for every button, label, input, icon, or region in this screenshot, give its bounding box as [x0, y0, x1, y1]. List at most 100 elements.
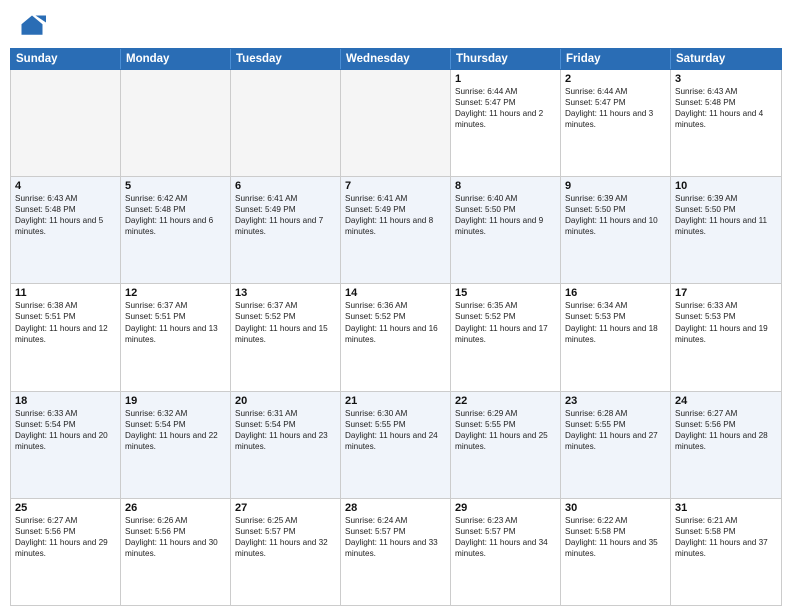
day-number: 24 [675, 395, 777, 407]
calendar-cell: 27Sunrise: 6:25 AMSunset: 5:57 PMDayligh… [231, 499, 341, 605]
day-number: 13 [235, 287, 336, 299]
calendar-cell: 23Sunrise: 6:28 AMSunset: 5:55 PMDayligh… [561, 392, 671, 498]
calendar-header-cell: Sunday [11, 49, 121, 69]
day-number: 16 [565, 287, 666, 299]
day-info: Sunrise: 6:37 AMSunset: 5:51 PMDaylight:… [125, 300, 226, 344]
calendar-week: 25Sunrise: 6:27 AMSunset: 5:56 PMDayligh… [11, 499, 781, 605]
day-info: Sunrise: 6:43 AMSunset: 5:48 PMDaylight:… [15, 193, 116, 237]
calendar-cell: 29Sunrise: 6:23 AMSunset: 5:57 PMDayligh… [451, 499, 561, 605]
calendar-cell: 24Sunrise: 6:27 AMSunset: 5:56 PMDayligh… [671, 392, 781, 498]
calendar-cell: 9Sunrise: 6:39 AMSunset: 5:50 PMDaylight… [561, 177, 671, 283]
calendar-cell: 28Sunrise: 6:24 AMSunset: 5:57 PMDayligh… [341, 499, 451, 605]
day-info: Sunrise: 6:33 AMSunset: 5:54 PMDaylight:… [15, 408, 116, 452]
calendar-cell: 2Sunrise: 6:44 AMSunset: 5:47 PMDaylight… [561, 70, 671, 176]
day-info: Sunrise: 6:28 AMSunset: 5:55 PMDaylight:… [565, 408, 666, 452]
day-info: Sunrise: 6:21 AMSunset: 5:58 PMDaylight:… [675, 515, 777, 559]
calendar-cell: 7Sunrise: 6:41 AMSunset: 5:49 PMDaylight… [341, 177, 451, 283]
calendar-cell: 4Sunrise: 6:43 AMSunset: 5:48 PMDaylight… [11, 177, 121, 283]
day-info: Sunrise: 6:36 AMSunset: 5:52 PMDaylight:… [345, 300, 446, 344]
calendar-cell: 25Sunrise: 6:27 AMSunset: 5:56 PMDayligh… [11, 499, 121, 605]
calendar-cell: 20Sunrise: 6:31 AMSunset: 5:54 PMDayligh… [231, 392, 341, 498]
day-number: 22 [455, 395, 556, 407]
day-number: 26 [125, 502, 226, 514]
logo-icon [18, 12, 46, 40]
day-number: 15 [455, 287, 556, 299]
day-info: Sunrise: 6:31 AMSunset: 5:54 PMDaylight:… [235, 408, 336, 452]
page-header [0, 0, 792, 48]
day-info: Sunrise: 6:40 AMSunset: 5:50 PMDaylight:… [455, 193, 556, 237]
day-info: Sunrise: 6:22 AMSunset: 5:58 PMDaylight:… [565, 515, 666, 559]
calendar-cell: 6Sunrise: 6:41 AMSunset: 5:49 PMDaylight… [231, 177, 341, 283]
day-info: Sunrise: 6:38 AMSunset: 5:51 PMDaylight:… [15, 300, 116, 344]
day-number: 27 [235, 502, 336, 514]
day-number: 20 [235, 395, 336, 407]
day-info: Sunrise: 6:35 AMSunset: 5:52 PMDaylight:… [455, 300, 556, 344]
day-info: Sunrise: 6:26 AMSunset: 5:56 PMDaylight:… [125, 515, 226, 559]
calendar-cell: 18Sunrise: 6:33 AMSunset: 5:54 PMDayligh… [11, 392, 121, 498]
day-info: Sunrise: 6:25 AMSunset: 5:57 PMDaylight:… [235, 515, 336, 559]
calendar-cell: 19Sunrise: 6:32 AMSunset: 5:54 PMDayligh… [121, 392, 231, 498]
day-number: 5 [125, 180, 226, 192]
calendar-header-cell: Friday [561, 49, 671, 69]
day-info: Sunrise: 6:24 AMSunset: 5:57 PMDaylight:… [345, 515, 446, 559]
day-number: 3 [675, 73, 777, 85]
calendar-cell [121, 70, 231, 176]
day-number: 8 [455, 180, 556, 192]
day-info: Sunrise: 6:30 AMSunset: 5:55 PMDaylight:… [345, 408, 446, 452]
day-info: Sunrise: 6:41 AMSunset: 5:49 PMDaylight:… [235, 193, 336, 237]
day-info: Sunrise: 6:27 AMSunset: 5:56 PMDaylight:… [15, 515, 116, 559]
day-number: 23 [565, 395, 666, 407]
calendar-week: 18Sunrise: 6:33 AMSunset: 5:54 PMDayligh… [11, 392, 781, 499]
calendar-cell: 12Sunrise: 6:37 AMSunset: 5:51 PMDayligh… [121, 284, 231, 390]
calendar-header-cell: Monday [121, 49, 231, 69]
calendar-body: 1Sunrise: 6:44 AMSunset: 5:47 PMDaylight… [10, 70, 782, 606]
calendar-header-cell: Wednesday [341, 49, 451, 69]
calendar-header-cell: Tuesday [231, 49, 341, 69]
calendar: SundayMondayTuesdayWednesdayThursdayFrid… [0, 48, 792, 612]
day-number: 19 [125, 395, 226, 407]
calendar-cell: 14Sunrise: 6:36 AMSunset: 5:52 PMDayligh… [341, 284, 451, 390]
day-number: 25 [15, 502, 116, 514]
calendar-week: 4Sunrise: 6:43 AMSunset: 5:48 PMDaylight… [11, 177, 781, 284]
day-info: Sunrise: 6:44 AMSunset: 5:47 PMDaylight:… [455, 86, 556, 130]
day-number: 29 [455, 502, 556, 514]
calendar-cell: 15Sunrise: 6:35 AMSunset: 5:52 PMDayligh… [451, 284, 561, 390]
day-info: Sunrise: 6:41 AMSunset: 5:49 PMDaylight:… [345, 193, 446, 237]
calendar-cell: 16Sunrise: 6:34 AMSunset: 5:53 PMDayligh… [561, 284, 671, 390]
day-info: Sunrise: 6:33 AMSunset: 5:53 PMDaylight:… [675, 300, 777, 344]
day-info: Sunrise: 6:27 AMSunset: 5:56 PMDaylight:… [675, 408, 777, 452]
calendar-cell: 13Sunrise: 6:37 AMSunset: 5:52 PMDayligh… [231, 284, 341, 390]
calendar-cell: 10Sunrise: 6:39 AMSunset: 5:50 PMDayligh… [671, 177, 781, 283]
logo [18, 12, 49, 40]
day-number: 9 [565, 180, 666, 192]
day-number: 14 [345, 287, 446, 299]
calendar-cell: 22Sunrise: 6:29 AMSunset: 5:55 PMDayligh… [451, 392, 561, 498]
day-number: 1 [455, 73, 556, 85]
calendar-cell: 3Sunrise: 6:43 AMSunset: 5:48 PMDaylight… [671, 70, 781, 176]
calendar-cell: 21Sunrise: 6:30 AMSunset: 5:55 PMDayligh… [341, 392, 451, 498]
calendar-cell [341, 70, 451, 176]
day-number: 6 [235, 180, 336, 192]
calendar-header-cell: Saturday [671, 49, 781, 69]
calendar-cell: 1Sunrise: 6:44 AMSunset: 5:47 PMDaylight… [451, 70, 561, 176]
calendar-cell: 26Sunrise: 6:26 AMSunset: 5:56 PMDayligh… [121, 499, 231, 605]
day-info: Sunrise: 6:39 AMSunset: 5:50 PMDaylight:… [675, 193, 777, 237]
calendar-week: 11Sunrise: 6:38 AMSunset: 5:51 PMDayligh… [11, 284, 781, 391]
day-info: Sunrise: 6:37 AMSunset: 5:52 PMDaylight:… [235, 300, 336, 344]
calendar-cell: 30Sunrise: 6:22 AMSunset: 5:58 PMDayligh… [561, 499, 671, 605]
day-info: Sunrise: 6:29 AMSunset: 5:55 PMDaylight:… [455, 408, 556, 452]
calendar-header: SundayMondayTuesdayWednesdayThursdayFrid… [10, 48, 782, 70]
day-info: Sunrise: 6:32 AMSunset: 5:54 PMDaylight:… [125, 408, 226, 452]
day-number: 31 [675, 502, 777, 514]
calendar-cell: 31Sunrise: 6:21 AMSunset: 5:58 PMDayligh… [671, 499, 781, 605]
day-info: Sunrise: 6:23 AMSunset: 5:57 PMDaylight:… [455, 515, 556, 559]
calendar-header-cell: Thursday [451, 49, 561, 69]
day-number: 11 [15, 287, 116, 299]
calendar-cell: 11Sunrise: 6:38 AMSunset: 5:51 PMDayligh… [11, 284, 121, 390]
calendar-cell: 17Sunrise: 6:33 AMSunset: 5:53 PMDayligh… [671, 284, 781, 390]
day-number: 12 [125, 287, 226, 299]
day-number: 4 [15, 180, 116, 192]
day-number: 7 [345, 180, 446, 192]
day-number: 17 [675, 287, 777, 299]
day-number: 10 [675, 180, 777, 192]
